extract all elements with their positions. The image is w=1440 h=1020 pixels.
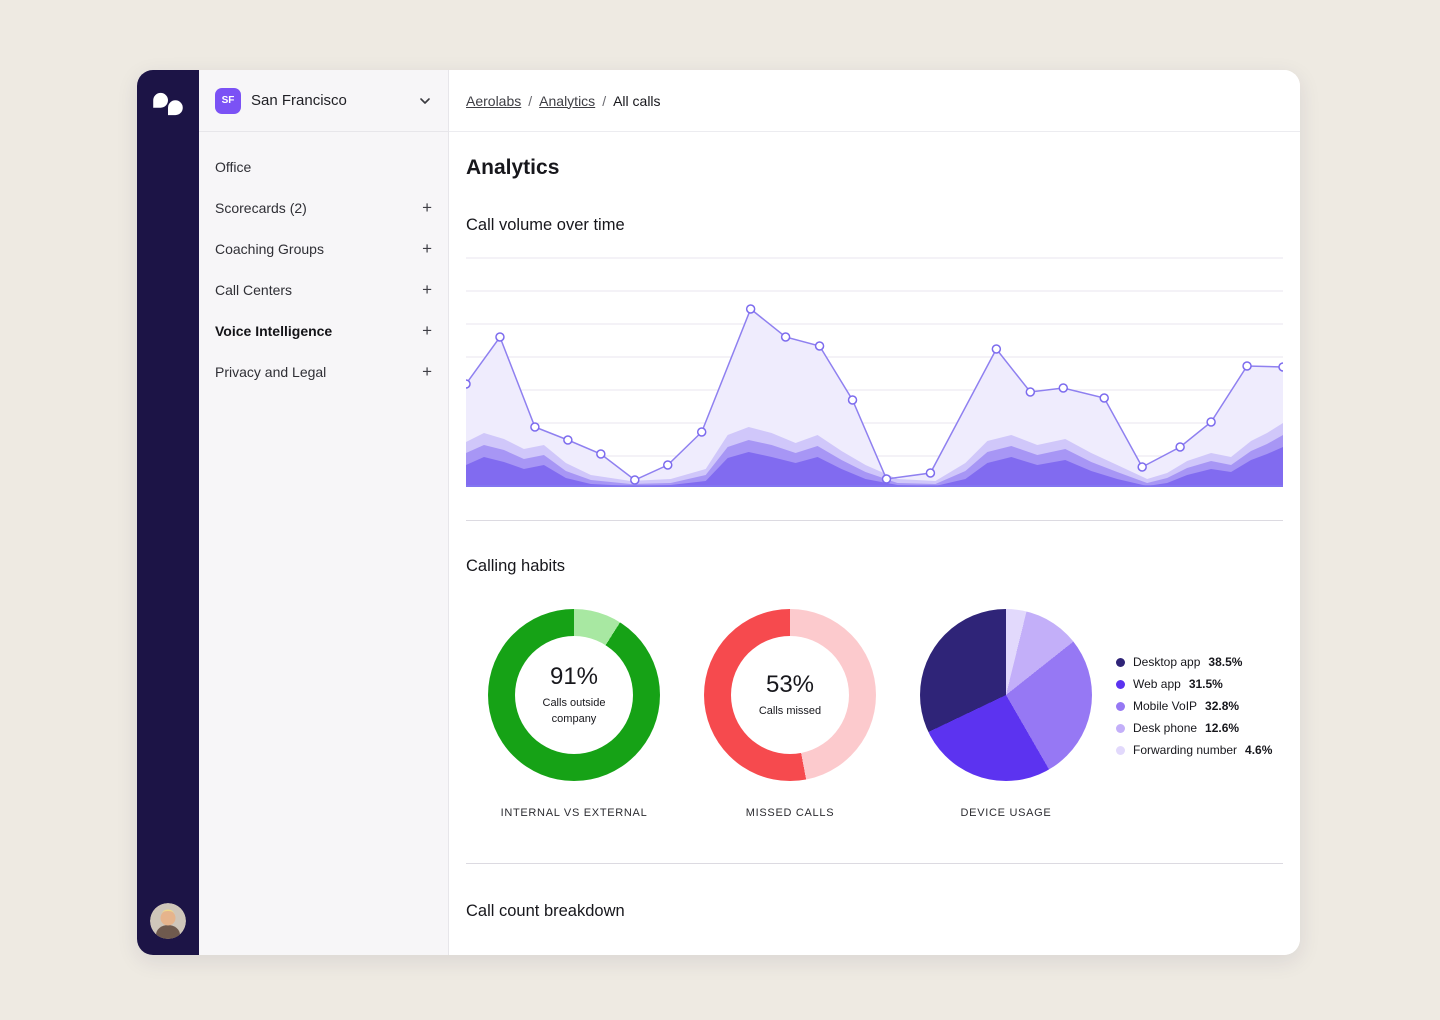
legend-percent: 31.5% bbox=[1189, 677, 1223, 691]
legend-item: Forwarding number 4.6% bbox=[1116, 743, 1272, 757]
legend-label: Desk phone bbox=[1133, 721, 1197, 735]
donut-value: 91% bbox=[550, 663, 598, 691]
chart-caption: DEVICE USAGE bbox=[961, 807, 1052, 819]
user-avatar[interactable] bbox=[150, 903, 186, 939]
sidebar-nav: Office Scorecards (2) + Coaching Groups … bbox=[199, 132, 448, 406]
plus-icon[interactable]: + bbox=[422, 363, 432, 380]
workspace-selector[interactable]: SF San Francisco bbox=[199, 70, 448, 132]
device-usage-legend: Desktop app 38.5% Web app 31.5% Mobile V… bbox=[1116, 609, 1272, 819]
sidebar-item-office[interactable]: Office bbox=[199, 146, 448, 187]
legend-item: Web app 31.5% bbox=[1116, 677, 1272, 691]
icon-rail bbox=[137, 70, 199, 955]
breadcrumb-link-analytics[interactable]: Analytics bbox=[539, 93, 595, 109]
sidebar-item-label: Voice Intelligence bbox=[215, 323, 332, 339]
missed-calls-donut: 53% Calls missed bbox=[704, 609, 876, 781]
workspace-name: San Francisco bbox=[251, 92, 408, 109]
main-panel: Aerolabs / Analytics / All calls Analyti… bbox=[449, 70, 1300, 955]
sidebar: SF San Francisco Office Scorecards (2) +… bbox=[199, 70, 449, 955]
plus-icon[interactable]: + bbox=[422, 281, 432, 298]
breadcrumb-link-aerolabs[interactable]: Aerolabs bbox=[466, 93, 521, 109]
donut-label: Calls missed bbox=[744, 704, 836, 719]
breadcrumb-current: All calls bbox=[613, 93, 660, 109]
legend-dot bbox=[1116, 680, 1125, 689]
legend-label: Web app bbox=[1133, 677, 1181, 691]
sidebar-item-label: Coaching Groups bbox=[215, 241, 324, 257]
breadcrumb-separator: / bbox=[602, 93, 606, 109]
legend-percent: 38.5% bbox=[1208, 655, 1242, 669]
chevron-down-icon bbox=[418, 94, 432, 108]
section-title-call-count: Call count breakdown bbox=[466, 902, 1283, 921]
breadcrumb-separator: / bbox=[528, 93, 532, 109]
internal-vs-external-chart: 91% Calls outside company INTERNAL VS EX… bbox=[466, 609, 682, 819]
plus-icon[interactable]: + bbox=[422, 199, 432, 216]
chart-caption: INTERNAL VS EXTERNAL bbox=[501, 807, 648, 819]
sidebar-item-call-centers[interactable]: Call Centers + bbox=[199, 269, 448, 310]
sidebar-item-coaching-groups[interactable]: Coaching Groups + bbox=[199, 228, 448, 269]
legend-dot bbox=[1116, 724, 1125, 733]
section-title-call-volume: Call volume over time bbox=[466, 216, 1283, 235]
breadcrumb: Aerolabs / Analytics / All calls bbox=[449, 70, 1300, 132]
sidebar-item-label: Call Centers bbox=[215, 282, 292, 298]
legend-item: Desktop app 38.5% bbox=[1116, 655, 1272, 669]
sidebar-item-label: Office bbox=[215, 159, 251, 175]
legend-percent: 32.8% bbox=[1205, 699, 1239, 713]
section-title-calling-habits: Calling habits bbox=[466, 557, 1283, 576]
donut-value: 53% bbox=[766, 671, 814, 699]
legend-dot bbox=[1116, 702, 1125, 711]
legend-item: Mobile VoIP 32.8% bbox=[1116, 699, 1272, 713]
sidebar-item-privacy-legal[interactable]: Privacy and Legal + bbox=[199, 351, 448, 392]
missed-calls-chart: 53% Calls missed MISSED CALLS bbox=[682, 609, 898, 819]
plus-icon[interactable]: + bbox=[422, 240, 432, 257]
legend-percent: 12.6% bbox=[1205, 721, 1239, 735]
plus-icon[interactable]: + bbox=[422, 322, 432, 339]
legend-label: Desktop app bbox=[1133, 655, 1200, 669]
donut-center: 91% Calls outside company bbox=[515, 636, 633, 754]
device-usage-pie bbox=[920, 609, 1092, 781]
divider bbox=[466, 520, 1283, 521]
legend-dot bbox=[1116, 746, 1125, 755]
legend-label: Mobile VoIP bbox=[1133, 699, 1197, 713]
legend-dot bbox=[1116, 658, 1125, 667]
app-window: SF San Francisco Office Scorecards (2) +… bbox=[137, 70, 1300, 955]
workspace-badge: SF bbox=[215, 88, 241, 114]
calling-habits-charts: 91% Calls outside company INTERNAL VS EX… bbox=[466, 609, 1283, 819]
call-volume-chart bbox=[466, 257, 1283, 487]
sidebar-item-scorecards[interactable]: Scorecards (2) + bbox=[199, 187, 448, 228]
internal-external-donut: 91% Calls outside company bbox=[488, 609, 660, 781]
device-usage-chart: DEVICE USAGE bbox=[898, 609, 1114, 819]
page-title: Analytics bbox=[466, 156, 1283, 180]
chart-caption: MISSED CALLS bbox=[746, 807, 834, 819]
sidebar-item-label: Scorecards (2) bbox=[215, 200, 307, 216]
legend-percent: 4.6% bbox=[1245, 743, 1272, 757]
divider bbox=[466, 863, 1283, 864]
dialpad-logo-icon[interactable] bbox=[152, 92, 184, 116]
donut-label: Calls outside company bbox=[528, 696, 620, 727]
legend-label: Forwarding number bbox=[1133, 743, 1237, 757]
donut-center: 53% Calls missed bbox=[731, 636, 849, 754]
sidebar-item-label: Privacy and Legal bbox=[215, 364, 326, 380]
sidebar-item-voice-intelligence[interactable]: Voice Intelligence + bbox=[199, 310, 448, 351]
content-area: Analytics Call volume over time Calling … bbox=[449, 132, 1300, 955]
legend-item: Desk phone 12.6% bbox=[1116, 721, 1272, 735]
